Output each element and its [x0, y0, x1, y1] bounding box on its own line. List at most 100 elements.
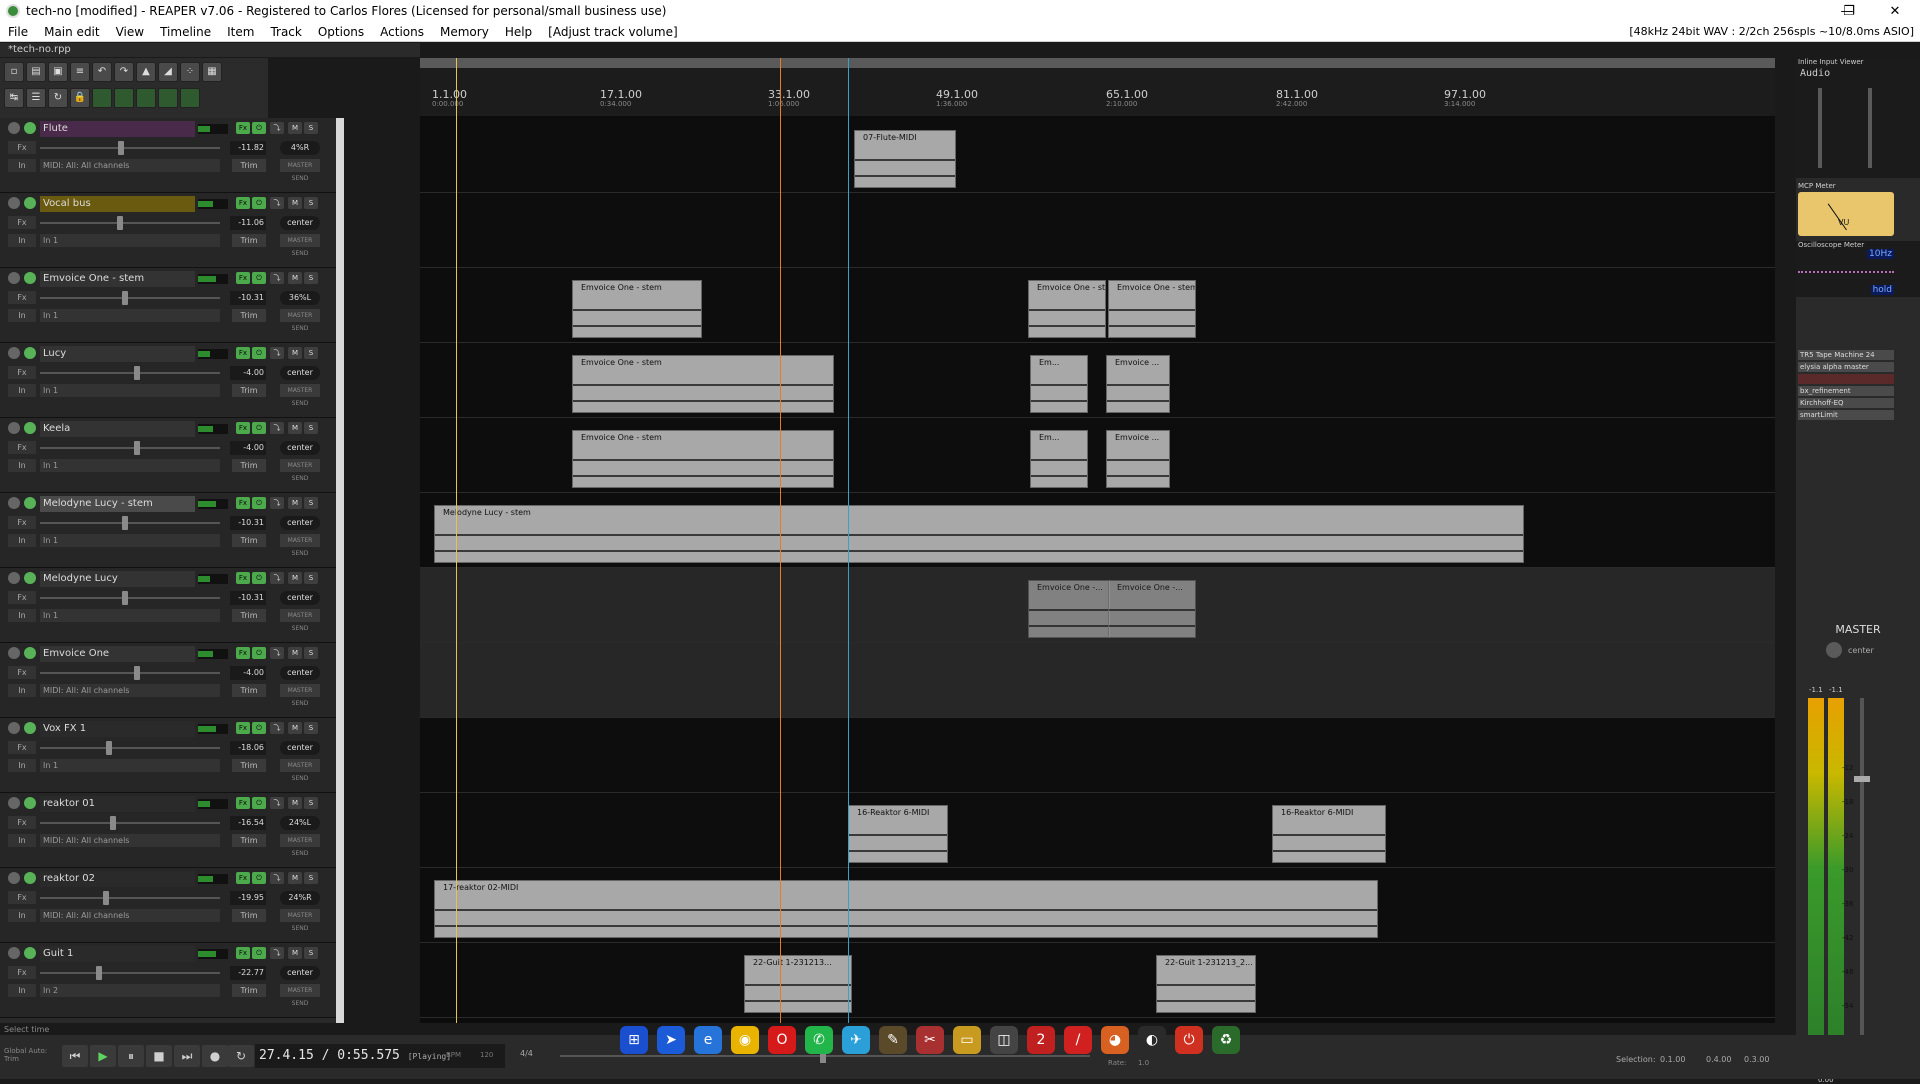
repeat-button[interactable]: ↻ [228, 1045, 254, 1067]
volume-slider[interactable] [40, 966, 220, 980]
pan-value[interactable]: 24%R [280, 891, 320, 905]
master-send-button[interactable]: MASTER SEND [280, 159, 320, 182]
power-icon[interactable]: ⏻ [252, 347, 266, 359]
fx-button[interactable]: Fx [236, 947, 250, 959]
envelope-icon[interactable]: ⤵ [270, 722, 284, 734]
envelope-icon[interactable]: ⤵ [270, 872, 284, 884]
input-selector[interactable]: In 1 [40, 759, 220, 772]
input-selector[interactable]: In 1 [40, 309, 220, 322]
pan-value[interactable]: 24%L [280, 816, 320, 830]
maximize-button[interactable]: ❐ [1826, 0, 1872, 22]
opera-browser-icon[interactable]: O [768, 1026, 796, 1054]
master-send-button[interactable]: MASTER SEND [280, 459, 320, 482]
master-send-button[interactable]: MASTER SEND [280, 834, 320, 857]
master-send-button[interactable]: MASTER SEND [280, 684, 320, 707]
routing-button[interactable]: In [8, 684, 36, 697]
volume-value[interactable]: -11.82 [230, 141, 266, 155]
selection-end[interactable]: 0.4.00 [1706, 1055, 1731, 1064]
app-icon-16[interactable]: ⏻ [1175, 1026, 1203, 1054]
input-selector[interactable]: MIDI: All: All channels [40, 159, 220, 172]
monitor-icon[interactable] [24, 797, 36, 809]
volume-slider[interactable] [40, 516, 220, 530]
master-send-button[interactable]: MASTER SEND [280, 309, 320, 332]
record-button[interactable]: ● [202, 1045, 228, 1067]
power-icon[interactable]: ⏻ [252, 647, 266, 659]
menu-actions[interactable]: Actions [372, 25, 432, 39]
record-arm-icon[interactable] [8, 497, 20, 509]
telegram-icon[interactable]: ✈ [842, 1026, 870, 1054]
fx-chain-button[interactable]: Fx [8, 741, 36, 754]
trim-button[interactable]: Trim [232, 909, 266, 922]
track-7[interactable]: Melodyne Lucy Fx ⏻ ⤵ M S Fx -10.31 cente… [0, 568, 336, 643]
monitor-icon[interactable] [24, 272, 36, 284]
media-item[interactable]: Em... [1030, 430, 1088, 488]
envelope-icon[interactable]: ⤵ [270, 647, 284, 659]
audio-status[interactable]: [48kHz 24bit WAV : 2/2ch 256spls ~10/8.0… [1629, 25, 1914, 38]
record-arm-icon[interactable] [8, 122, 20, 134]
volume-value[interactable]: -10.31 [230, 591, 266, 605]
time-signature[interactable]: 4/4 [520, 1049, 533, 1058]
pan-value[interactable]: center [280, 591, 320, 605]
track-name[interactable]: Lucy [40, 346, 195, 362]
volume-slider[interactable] [40, 741, 220, 755]
redo-icon[interactable]: ↷ [114, 62, 134, 82]
solo-button[interactable]: S [304, 272, 318, 284]
solo-button[interactable]: S [304, 122, 318, 134]
track-lane[interactable] [420, 118, 1775, 193]
volume-value[interactable]: -18.06 [230, 741, 266, 755]
global-auto-label[interactable]: Global Auto: Trim [4, 1047, 56, 1063]
pan-value[interactable]: center [280, 966, 320, 980]
track-name[interactable]: Flute [40, 121, 195, 137]
mute-button[interactable]: M [288, 947, 302, 959]
volume-value[interactable]: -10.31 [230, 516, 266, 530]
fx-button[interactable]: Fx [236, 197, 250, 209]
track-10[interactable]: reaktor 01 Fx ⏻ ⤵ M S Fx -16.54 24%L In … [0, 793, 336, 868]
monitor-icon[interactable] [24, 197, 36, 209]
envelope-icon[interactable]: ⤵ [270, 272, 284, 284]
master-fx-slot[interactable]: Kirchhoff-EQ [1798, 398, 1894, 408]
input-selector[interactable]: MIDI: All: All channels [40, 834, 220, 847]
app-icon-14[interactable]: ◕ [1101, 1026, 1129, 1054]
go-start-button[interactable]: ⏮ [62, 1045, 88, 1067]
new-project-icon[interactable]: ▫ [4, 62, 24, 82]
fx-chain-button[interactable]: Fx [8, 291, 36, 304]
track-lane[interactable] [420, 193, 1775, 268]
fx-button[interactable]: Fx [236, 497, 250, 509]
power-icon[interactable]: ⏻ [252, 422, 266, 434]
solo-button[interactable]: S [304, 422, 318, 434]
media-item[interactable]: Melodyne Lucy - stem [434, 505, 1524, 563]
volume-value[interactable]: -16.54 [230, 816, 266, 830]
trim-behind-icon[interactable] [158, 88, 178, 108]
time-display[interactable]: 27.4.15 / 0:55.575 [Playing] [255, 1044, 505, 1068]
record-arm-icon[interactable] [8, 947, 20, 959]
whatsapp-icon[interactable]: ✆ [805, 1026, 833, 1054]
track-11[interactable]: reaktor 02 Fx ⏻ ⤵ M S Fx -19.95 24%R In … [0, 868, 336, 943]
menu-options[interactable]: Options [310, 25, 372, 39]
monitor-icon[interactable] [24, 722, 36, 734]
record-arm-icon[interactable] [8, 572, 20, 584]
record-arm-icon[interactable] [8, 272, 20, 284]
master-fx-slot[interactable]: smartLimit [1798, 410, 1894, 420]
fx-chain-button[interactable]: Fx [8, 516, 36, 529]
mute-button[interactable]: M [288, 647, 302, 659]
solo-button[interactable]: S [304, 347, 318, 359]
track-lane[interactable] [420, 793, 1775, 868]
media-item[interactable]: Emvoice One -... [1108, 580, 1196, 638]
media-item[interactable]: Em... [1030, 355, 1088, 413]
record-arm-icon[interactable] [8, 422, 20, 434]
power-icon[interactable]: ⏻ [252, 272, 266, 284]
grid-settings-icon[interactable]: ▦ [202, 62, 222, 82]
menu-file[interactable]: File [0, 25, 36, 39]
pan-value[interactable]: center [280, 741, 320, 755]
selection-start[interactable]: 0.1.00 [1660, 1055, 1685, 1064]
routing-button[interactable]: In [8, 909, 36, 922]
fx-button[interactable]: Fx [236, 422, 250, 434]
item-grouping-icon[interactable] [136, 88, 156, 108]
master-pan-knob[interactable] [1826, 642, 1842, 658]
envelope-icon[interactable]: ⤵ [270, 197, 284, 209]
routing-button[interactable]: In [8, 984, 36, 997]
reaper-taskbar-icon[interactable]: ◐ [1138, 1026, 1166, 1054]
power-icon[interactable]: ⏻ [252, 722, 266, 734]
fx-chain-button[interactable]: Fx [8, 966, 36, 979]
trim-button[interactable]: Trim [232, 684, 266, 697]
